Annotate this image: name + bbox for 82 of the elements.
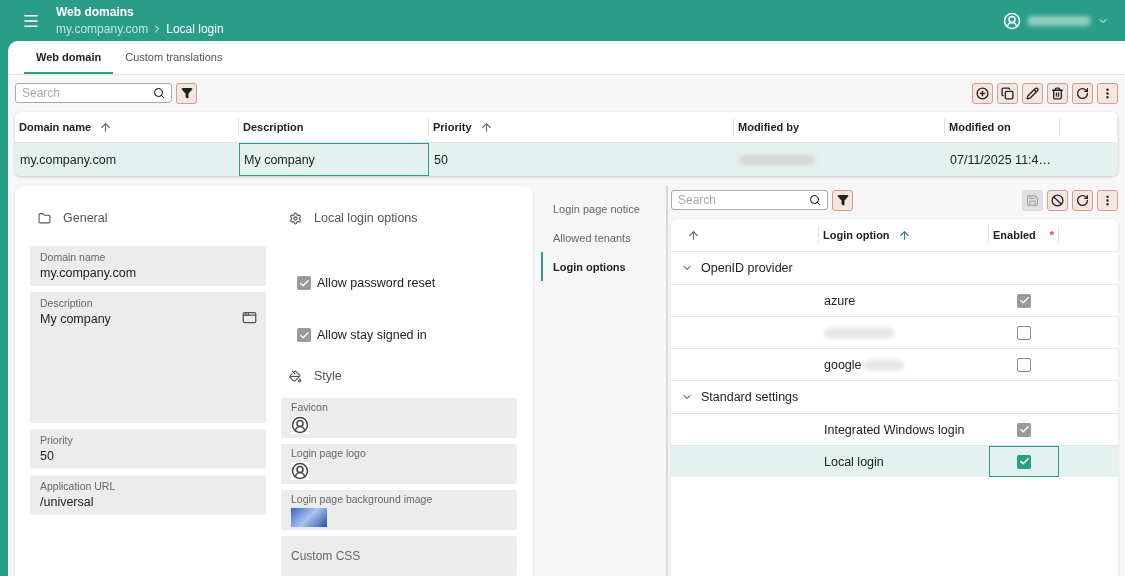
refresh-button[interactable] [1072,189,1093,211]
checkbox[interactable] [297,276,311,290]
blurred-user-name [1027,15,1091,26]
page-title: Web domains [56,5,135,19]
more-button[interactable] [1097,82,1118,104]
folder-icon [38,211,51,225]
section-title: Style [314,369,342,383]
checkbox[interactable] [1017,454,1031,469]
checkbox-label: Allow stay signed in [317,328,427,342]
filter-button[interactable] [832,189,853,211]
ban-icon [1051,193,1064,207]
search-field[interactable]: Search [15,83,172,103]
checkbox[interactable] [1017,293,1031,308]
sort-arrow-icon [897,228,911,242]
delete-button[interactable] [1047,82,1068,104]
filter-icon [836,194,849,206]
copy-icon [1001,86,1014,100]
column-header[interactable]: Login option [819,226,989,244]
table-cell-text: my.company.com [19,151,118,169]
table-row[interactable]: google [671,348,1118,380]
refresh-icon [1076,86,1089,100]
paint-bucket-icon [289,369,302,383]
option-name: Local login [824,454,884,469]
more-button[interactable] [1097,189,1118,211]
table-cell-text: 07/11/2025 11:4… [949,151,1052,169]
table-row[interactable]: Local login [671,445,1118,477]
plus-circle-icon [976,86,989,100]
section-title: General [63,211,108,225]
checkbox[interactable] [1017,325,1031,340]
save-icon [1026,193,1039,207]
form-field[interactable]: Custom CSS [281,536,517,576]
refresh-button[interactable] [1072,82,1093,104]
checkbox[interactable] [297,328,311,342]
checkbox[interactable] [1017,357,1031,372]
table-cell: My company [239,143,429,176]
gear-icon [289,211,302,225]
filter-icon [180,87,193,99]
table-row[interactable]: my.company.com My company 50 07/11/2025 11:4… [15,142,1118,176]
refresh-icon [1076,193,1089,207]
edit-button[interactable] [1022,82,1043,104]
section-title: Local login options [314,211,418,225]
search-icon [153,87,165,99]
checkbox[interactable] [1017,422,1031,437]
form-field[interactable]: Domain name my.company.com [30,246,266,286]
table-cell-text: 50 [433,151,449,169]
trash-icon [1051,86,1064,100]
tab[interactable]: Custom translations [113,41,235,74]
add-button[interactable] [972,82,993,104]
pencil-icon [1026,86,1039,100]
search-icon [809,194,821,206]
column-header[interactable]: Modified on [945,118,1060,136]
nav-item[interactable]: Login options [541,252,666,281]
avatar-icon [291,462,309,480]
column-header[interactable]: Enabled * [989,226,1059,244]
column-header[interactable]: Modified by [734,118,945,136]
sort-arrow-icon [479,120,493,134]
table-row[interactable]: azure [671,284,1118,316]
option-name: azure [824,293,856,308]
column-header[interactable]: Description [239,118,429,136]
nav-item[interactable]: Allowed tenants [541,223,666,252]
column-header[interactable]: Domain name [15,118,239,136]
option-name: google [824,357,862,372]
sort-arrow-icon[interactable] [687,228,700,242]
column-header[interactable]: Priority [429,118,734,136]
filter-button[interactable] [176,82,197,104]
sort-arrow-icon [99,120,113,134]
cancel-button[interactable] [1047,189,1068,211]
form-field[interactable]: Login page background image [281,490,517,530]
copy-button[interactable] [997,82,1018,104]
form-field[interactable]: Login page logo [281,444,517,484]
table-row[interactable]: Integrated Windows login [671,413,1118,445]
form-field[interactable]: Description My company [30,292,266,423]
user-icon[interactable] [1003,11,1021,30]
form-field[interactable]: Favicon [281,398,517,438]
option-name: Integrated Windows login [824,422,965,437]
photo-placeholder [291,508,327,527]
avatar-icon [291,416,309,434]
search-field[interactable]: Search [671,190,828,210]
nav-item[interactable]: Login page notice [541,194,666,223]
checkbox-label: Allow password reset [317,276,436,290]
form-field[interactable]: Priority 50 [30,429,266,469]
form-field[interactable]: Application URL /universal [30,475,266,515]
